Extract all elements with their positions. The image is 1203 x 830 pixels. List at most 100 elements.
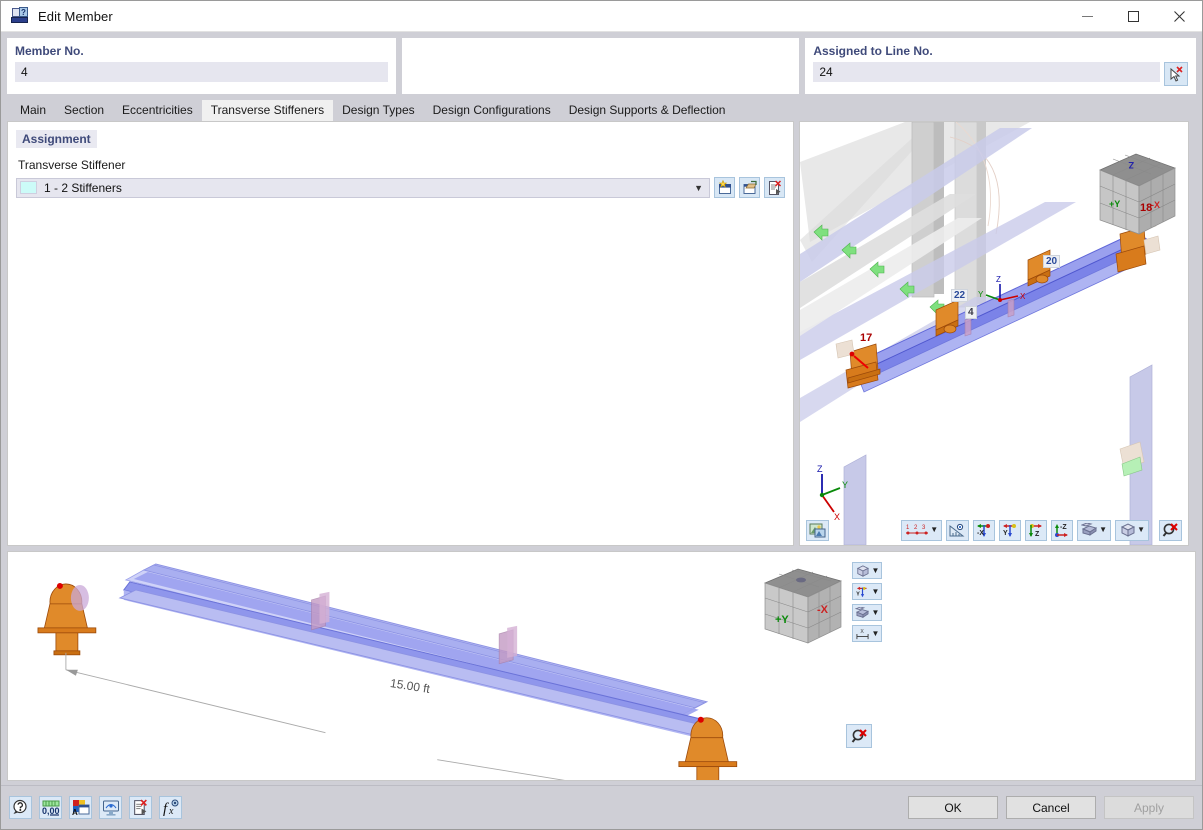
preview-axes-button[interactable]: Y ▼ bbox=[852, 583, 882, 600]
pick-line-icon bbox=[1170, 65, 1183, 82]
member-preview-canvas bbox=[8, 552, 1195, 780]
wire-cube-icon bbox=[856, 564, 869, 577]
svg-text:Y: Y bbox=[1003, 530, 1008, 537]
pick-line-button[interactable] bbox=[1164, 62, 1188, 86]
formula-icon: f x bbox=[163, 799, 178, 816]
svg-text:+Y: +Y bbox=[1109, 199, 1120, 209]
view-minus-x-button[interactable]: -X bbox=[973, 519, 996, 541]
tab-transverse-stiffeners[interactable]: Transverse Stiffeners bbox=[201, 100, 334, 121]
delete-button[interactable] bbox=[129, 796, 152, 819]
svg-text:Y: Y bbox=[842, 480, 848, 490]
stiffener-color-swatch bbox=[20, 181, 37, 194]
display-properties-button[interactable] bbox=[99, 796, 122, 819]
model-3d-canvas: Z Y X Z Y X Z +Y -X bbox=[800, 122, 1188, 545]
view-yz-button[interactable]: Z bbox=[1025, 519, 1048, 541]
edit-stiffener-button[interactable] bbox=[739, 177, 760, 198]
tab-section[interactable]: Section bbox=[55, 100, 113, 121]
numbering-button[interactable]: 1 2 3 ▼ bbox=[901, 519, 943, 541]
help-button[interactable] bbox=[9, 796, 32, 819]
svg-text:x: x bbox=[168, 806, 174, 816]
member-no-input[interactable]: 4 bbox=[15, 62, 388, 82]
dialog-body: Assignment Transverse Stiffener 1 - 2 St… bbox=[1, 121, 1202, 785]
model-3d-viewport[interactable]: Z Y X Z Y X Z +Y -X 18 20 22 4 17 1 2 3 … bbox=[799, 121, 1189, 546]
solid-box-icon bbox=[854, 606, 869, 618]
decimals-icon: 0,00 bbox=[42, 800, 59, 816]
nav-cube-preview[interactable]: +Y -X bbox=[753, 561, 853, 651]
numbering-123-icon: 1 2 3 bbox=[906, 525, 929, 535]
assigned-line-input[interactable]: 24 bbox=[813, 62, 1160, 82]
close-button[interactable] bbox=[1156, 1, 1202, 32]
member-label-4: 4 bbox=[965, 306, 977, 319]
delete-document-icon bbox=[768, 179, 781, 195]
svg-text:Z: Z bbox=[817, 464, 823, 474]
transverse-stiffener-combo[interactable]: 1 - 2 Stiffeners ▼ bbox=[16, 177, 710, 198]
svg-text:X: X bbox=[1020, 292, 1026, 301]
ok-button[interactable]: OK bbox=[908, 796, 998, 819]
preview-solid-button[interactable]: ▼ bbox=[852, 604, 882, 621]
display-style-button[interactable]: ▼ bbox=[1077, 519, 1112, 541]
chevron-down-icon: ▼ bbox=[694, 182, 703, 193]
view-y-button[interactable]: Y bbox=[999, 519, 1022, 541]
stiffener-selected-text: 1 - 2 Stiffeners bbox=[44, 180, 122, 195]
units-button[interactable]: A bbox=[69, 796, 92, 819]
axes-icon: Y bbox=[856, 586, 867, 597]
formula-button[interactable]: f x bbox=[159, 796, 182, 819]
delete-stiffener-button[interactable] bbox=[764, 177, 785, 198]
dimension-icon: X bbox=[856, 629, 869, 639]
preview-zoom-reset-button[interactable] bbox=[846, 724, 872, 748]
tab-design-supports-deflection[interactable]: Design Supports & Deflection bbox=[560, 100, 735, 121]
edit-member-dialog: ? Edit Member Member No. 4 Assigned to L… bbox=[0, 0, 1203, 830]
render-icon bbox=[809, 523, 826, 537]
member-preview-panel[interactable]: 15.00 ft +Y -X ▼ Y ▼ ▼ X ▼ bbox=[7, 551, 1196, 781]
svg-text:Z: Z bbox=[1035, 531, 1040, 538]
tab-main[interactable]: Main bbox=[11, 100, 55, 121]
decimal-places-button[interactable]: 0,00 bbox=[39, 796, 62, 819]
solid-box-icon bbox=[1081, 523, 1098, 536]
tab-strip: Main Section Eccentricities Transverse S… bbox=[1, 94, 1202, 121]
maximize-button[interactable] bbox=[1110, 1, 1156, 32]
svg-text:X: X bbox=[860, 629, 864, 635]
zoom-reset-button[interactable] bbox=[1159, 519, 1182, 541]
minimize-button[interactable] bbox=[1064, 1, 1110, 32]
svg-text:A: A bbox=[72, 808, 78, 816]
svg-text:1: 1 bbox=[906, 525, 910, 531]
wire-cube-icon bbox=[1120, 523, 1136, 537]
chevron-down-icon: ▼ bbox=[871, 607, 880, 617]
view-z-icon: -Z bbox=[1055, 523, 1069, 537]
units-icon: A bbox=[72, 800, 89, 816]
new-stiffener-button[interactable] bbox=[714, 177, 735, 198]
member-edit-icon: ? bbox=[11, 7, 29, 25]
help-icon bbox=[13, 799, 27, 814]
tab-eccentricities[interactable]: Eccentricities bbox=[113, 100, 202, 121]
apply-button: Apply bbox=[1104, 796, 1194, 819]
view-y-icon: Y bbox=[1003, 523, 1017, 537]
zoom-cancel-icon bbox=[851, 728, 867, 743]
member-no-label: Member No. bbox=[15, 44, 84, 58]
title-bar: ? Edit Member bbox=[1, 1, 1202, 32]
viewport-toolbar: 1 2 3 ▼ -X Y Z -Z ▼ ▼ bbox=[800, 515, 1188, 545]
display-icon bbox=[102, 800, 119, 816]
tab-design-types[interactable]: Design Types bbox=[333, 100, 424, 121]
chevron-down-icon: ▼ bbox=[871, 628, 880, 638]
svg-text:2: 2 bbox=[914, 525, 918, 531]
preview-wireframe-button[interactable]: ▼ bbox=[852, 562, 882, 579]
view-minus-z-button[interactable]: -Z bbox=[1051, 519, 1074, 541]
preview-dimension-button[interactable]: X ▼ bbox=[852, 625, 882, 642]
transverse-stiffener-label: Transverse Stiffener bbox=[18, 158, 126, 172]
chevron-down-icon: ▼ bbox=[871, 586, 880, 596]
svg-text:+Y: +Y bbox=[775, 614, 789, 626]
cancel-button[interactable]: Cancel bbox=[1006, 796, 1096, 819]
render-mode-button[interactable] bbox=[806, 519, 829, 541]
chevron-down-icon: ▼ bbox=[871, 565, 880, 575]
dimensions-button[interactable] bbox=[946, 519, 970, 541]
tab-design-configurations[interactable]: Design Configurations bbox=[424, 100, 560, 121]
member-label-20: 20 bbox=[1043, 255, 1061, 268]
preview-side-buttons: ▼ Y ▼ ▼ X ▼ bbox=[852, 562, 882, 642]
open-folder-icon bbox=[743, 180, 757, 194]
assignment-pane: Assignment Transverse Stiffener 1 - 2 St… bbox=[7, 121, 794, 546]
svg-text:3: 3 bbox=[922, 525, 926, 531]
wireframe-button[interactable]: ▼ bbox=[1115, 519, 1149, 541]
chevron-down-icon: ▼ bbox=[930, 525, 939, 534]
svg-text:Z: Z bbox=[996, 275, 1001, 284]
svg-text:Y: Y bbox=[856, 591, 860, 597]
